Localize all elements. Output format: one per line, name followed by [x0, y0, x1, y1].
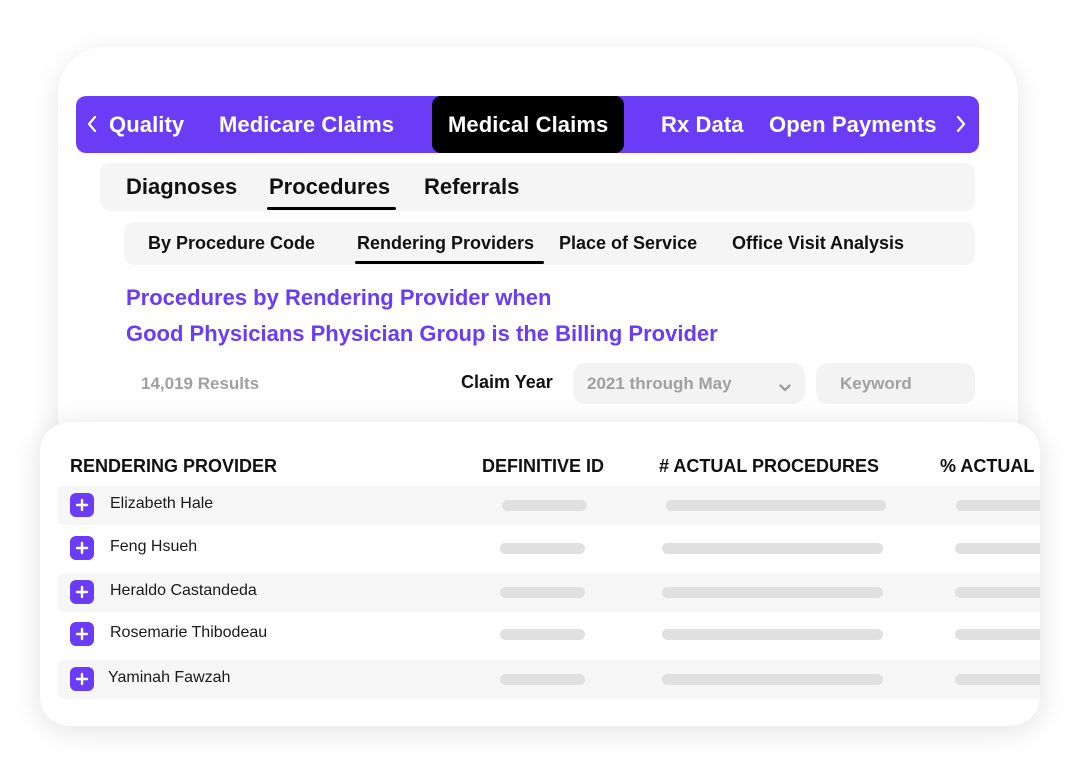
tab-office-visit-analysis[interactable]: Office Visit Analysis	[732, 222, 904, 265]
loading-placeholder	[662, 629, 883, 640]
tab-place-of-service[interactable]: Place of Service	[559, 222, 697, 265]
loading-placeholder	[955, 674, 1040, 685]
chevron-down-icon	[779, 379, 791, 397]
column-header-actual-procedures[interactable]: # ACTUAL PROCEDURES	[659, 456, 879, 477]
loading-placeholder	[955, 543, 1040, 554]
loading-placeholder	[500, 543, 585, 554]
claim-year-value: 2021 through May	[587, 374, 732, 393]
active-tab-underline	[355, 261, 544, 264]
provider-name[interactable]: Yaminah Fawzah	[108, 669, 230, 687]
tab-procedures[interactable]: Procedures	[269, 163, 390, 211]
expand-plus-icon[interactable]	[70, 493, 94, 517]
table-row[interactable]: Heraldo Castandeda	[58, 573, 1040, 612]
provider-name[interactable]: Rosemarie Thibodeau	[110, 624, 267, 642]
loading-placeholder	[955, 629, 1040, 640]
table-row[interactable]: Feng Hsueh	[58, 529, 1040, 568]
column-header-definitive-id[interactable]: DEFINITIVE ID	[482, 456, 604, 477]
expand-plus-icon[interactable]	[70, 536, 94, 560]
provider-name[interactable]: Feng Hsueh	[110, 538, 197, 556]
loading-placeholder	[955, 587, 1040, 598]
claim-year-select[interactable]: 2021 through May	[573, 363, 805, 404]
page-title-line-1: Procedures by Rendering Provider when	[126, 285, 552, 310]
chevron-right-icon[interactable]	[949, 96, 973, 153]
loading-placeholder	[500, 629, 585, 640]
results-count: 14,019 Results	[141, 374, 260, 393]
tab-rx-data[interactable]: Rx Data	[661, 96, 744, 153]
main-nav: Quality Medicare Claims Medical Claims R…	[76, 96, 979, 153]
table-row[interactable]: Yaminah Fawzah	[58, 660, 1040, 699]
expand-plus-icon[interactable]	[70, 667, 94, 691]
tab-medicare-claims[interactable]: Medicare Claims	[219, 96, 394, 153]
tab-referrals[interactable]: Referrals	[424, 163, 519, 211]
table-row[interactable]: Elizabeth Hale	[58, 486, 1040, 525]
providers-table: RENDERING PROVIDER DEFINITIVE ID # ACTUA…	[40, 422, 1040, 726]
tab-quality[interactable]: Quality	[109, 96, 184, 153]
loading-placeholder	[662, 674, 883, 685]
tab-open-payments[interactable]: Open Payments	[769, 96, 937, 153]
tab-rendering-providers[interactable]: Rendering Providers	[357, 222, 534, 265]
column-header-percent-actual[interactable]: % ACTUAL	[940, 456, 1034, 477]
loading-placeholder	[500, 587, 585, 598]
loading-placeholder	[662, 587, 883, 598]
expand-plus-icon[interactable]	[70, 580, 94, 604]
loading-placeholder	[666, 500, 886, 511]
loading-placeholder	[500, 674, 585, 685]
page-title-line-2: Good Physicians Physician Group is the B…	[126, 321, 718, 346]
expand-plus-icon[interactable]	[70, 622, 94, 646]
sub-nav: Diagnoses Procedures Referrals	[100, 163, 975, 211]
sub-sub-nav: By Procedure Code Rendering Providers Pl…	[124, 222, 975, 265]
table-row[interactable]: Rosemarie Thibodeau	[58, 615, 1040, 654]
loading-placeholder	[956, 500, 1040, 511]
keyword-input[interactable]	[816, 363, 975, 404]
tab-diagnoses[interactable]: Diagnoses	[126, 163, 237, 211]
active-tab-underline	[267, 207, 396, 210]
loading-placeholder	[502, 500, 587, 511]
claim-year-label: Claim Year	[461, 372, 553, 392]
column-header-rendering-provider[interactable]: RENDERING PROVIDER	[70, 456, 277, 477]
provider-name[interactable]: Elizabeth Hale	[110, 495, 213, 513]
chevron-left-icon[interactable]	[80, 96, 104, 153]
provider-name[interactable]: Heraldo Castandeda	[110, 582, 257, 600]
tab-by-procedure-code[interactable]: By Procedure Code	[148, 222, 315, 265]
loading-placeholder	[662, 543, 883, 554]
tab-medical-claims[interactable]: Medical Claims	[432, 96, 625, 153]
